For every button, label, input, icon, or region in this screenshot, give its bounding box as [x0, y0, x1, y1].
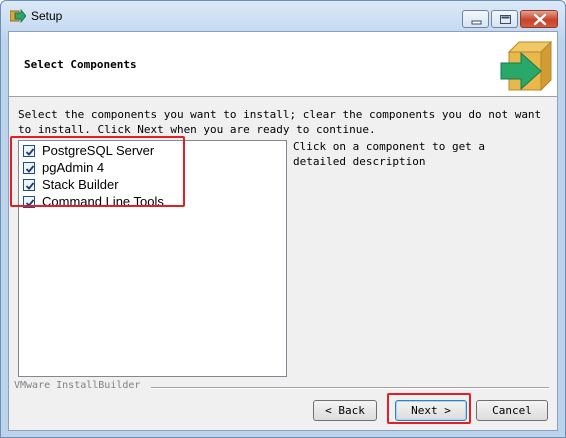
window-title: Setup	[31, 9, 63, 23]
instructions-text: Select the components you want to instal…	[18, 108, 542, 136]
header-panel: Select Components	[9, 32, 557, 97]
minimize-button[interactable]	[462, 10, 489, 28]
cancel-button[interactable]: Cancel	[476, 400, 548, 421]
close-button[interactable]	[520, 10, 558, 28]
minimize-icon	[471, 20, 482, 25]
installer-body: Select Components Select the components …	[8, 31, 558, 431]
maximize-icon	[500, 15, 511, 24]
brand-label: VMware InstallBuilder	[14, 380, 141, 391]
components-highlight-box	[10, 136, 185, 207]
box-arrow-icon	[500, 40, 553, 92]
close-icon	[533, 13, 547, 26]
back-button[interactable]: < Back	[313, 400, 377, 421]
maximize-button[interactable]	[491, 10, 518, 28]
next-highlight-box	[387, 393, 471, 424]
component-description: Click on a component to get a detailed d…	[293, 140, 486, 168]
page-title: Select Components	[24, 58, 137, 71]
footer-divider	[151, 387, 549, 389]
setup-arrow-icon	[10, 9, 26, 23]
setup-window: Setup Select Components Select the compo…	[0, 0, 566, 438]
title-bar[interactable]: Setup	[1, 1, 565, 31]
